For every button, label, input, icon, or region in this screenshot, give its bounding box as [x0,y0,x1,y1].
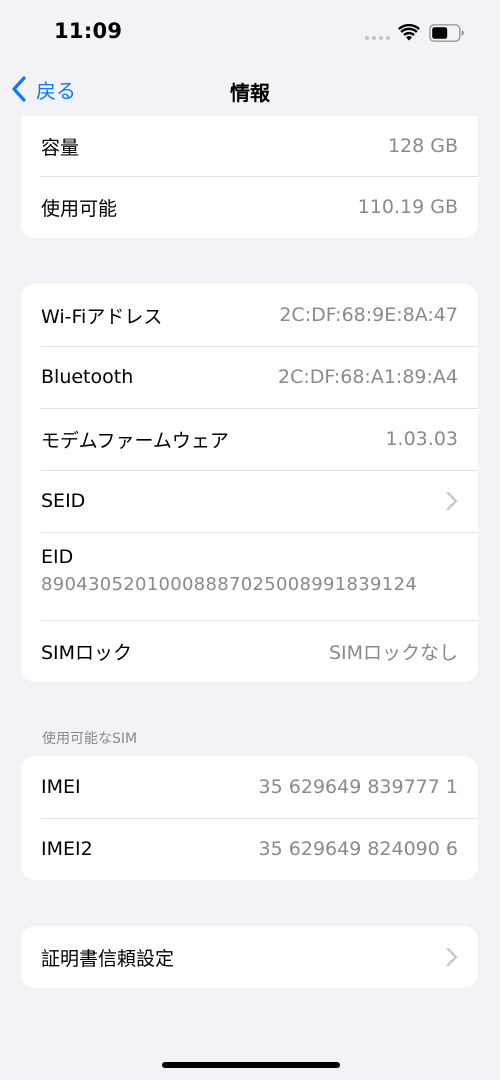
capacity-label: 容量 [41,136,80,159]
modem-firmware-value: 1.03.03 [385,428,458,450]
certificate-trust-row[interactable]: 証明書信頼設定 [21,926,478,988]
imei2-value: 35 629649 824090 6 [258,838,458,860]
wifi-address-value: 2C:DF:68:9E:8A:47 [279,304,458,326]
capacity-row: 容量 128 GB [21,116,478,176]
battery-icon [429,24,464,42]
navigation-bar: 戻る 情報 [0,60,500,116]
seid-label: SEID [41,490,86,512]
imei-label: IMEI [41,776,81,798]
eid-label: EID [41,546,74,568]
status-time: 11:09 [54,19,123,43]
status-bar: 11:09 [0,0,500,60]
wifi-address-label: Wi-Fiアドレス [41,305,163,328]
bluetooth-value: 2C:DF:68:A1:89:A4 [278,366,458,388]
signal-dots-icon [365,36,390,40]
imei-value: 35 629649 839777 1 [258,776,458,798]
certificate-trust-label: 証明書信頼設定 [41,947,175,970]
home-indicator[interactable] [162,1062,340,1068]
sim-section-header: 使用可能なSIM [42,731,138,747]
network-group: Wi-Fiアドレス 2C:DF:68:9E:8A:47 Bluetooth 2C… [21,284,478,682]
seid-row[interactable]: SEID [21,470,478,532]
chevron-right-icon [446,491,458,511]
chevron-right-icon [446,947,458,967]
wifi-icon [398,24,420,41]
certificate-group: 証明書信頼設定 [21,926,478,988]
sim-lock-value: SIMロックなし [328,641,458,664]
eid-value: 89043052010008887025008991839124 [41,574,418,595]
sim-lock-label: SIMロック [41,641,133,664]
imei-row: IMEI 35 629649 839777 1 [21,756,478,818]
bluetooth-label: Bluetooth [41,366,134,388]
imei2-label: IMEI2 [41,838,93,860]
eid-row: EID 89043052010008887025008991839124 [21,532,478,620]
available-value: 110.19 GB [357,196,458,218]
available-label: 使用可能 [41,197,118,220]
storage-group: 容量 128 GB 使用可能 110.19 GB [21,116,478,238]
capacity-value: 128 GB [387,135,458,157]
page-title: 情報 [230,81,270,105]
available-row: 使用可能 110.19 GB [21,176,478,238]
modem-firmware-label: モデムファームウェア [41,429,229,452]
modem-firmware-row: モデムファームウェア 1.03.03 [21,408,478,470]
imei2-row: IMEI2 35 629649 824090 6 [21,818,478,880]
bluetooth-row: Bluetooth 2C:DF:68:A1:89:A4 [21,346,478,408]
wifi-address-row: Wi-Fiアドレス 2C:DF:68:9E:8A:47 [21,284,478,346]
sim-group: IMEI 35 629649 839777 1 IMEI2 35 629649 … [21,756,478,880]
sim-lock-row: SIMロック SIMロックなし [21,620,478,682]
